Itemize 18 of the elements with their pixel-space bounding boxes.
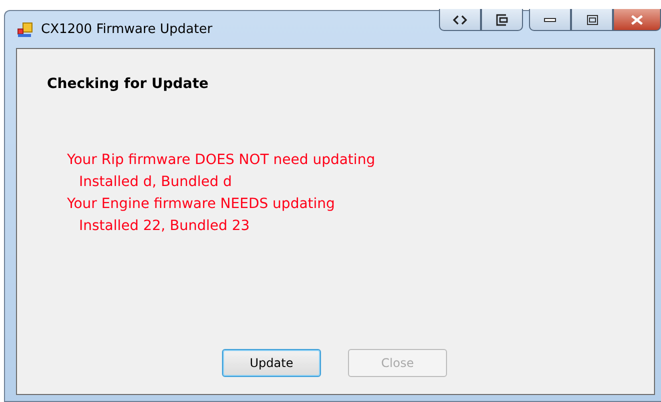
status-message: Your Rip firmware DOES NOT need updating — [67, 151, 376, 170]
status-message: Your Engine firmware NEEDS updating — [67, 195, 336, 214]
close-button[interactable] — [613, 9, 661, 31]
dialog-heading: Checking for Update — [47, 76, 210, 92]
maximize-button[interactable] — [571, 9, 613, 31]
app-icon — [17, 22, 33, 38]
version-detail: Installed d, Bundled d — [78, 173, 233, 192]
window-title: CX1200 Firmware Updater — [41, 22, 214, 37]
minimize-icon — [544, 18, 556, 22]
close-icon — [631, 14, 643, 24]
minimize-button[interactable] — [529, 9, 571, 31]
export-icon — [496, 14, 508, 26]
code-icon — [453, 14, 467, 24]
version-detail: Installed 22, Bundled 23 — [78, 217, 251, 236]
maximize-icon — [586, 14, 598, 24]
export-button[interactable] — [481, 9, 523, 31]
code-view-button[interactable] — [439, 9, 481, 31]
update-button[interactable]: Update — [222, 349, 321, 377]
